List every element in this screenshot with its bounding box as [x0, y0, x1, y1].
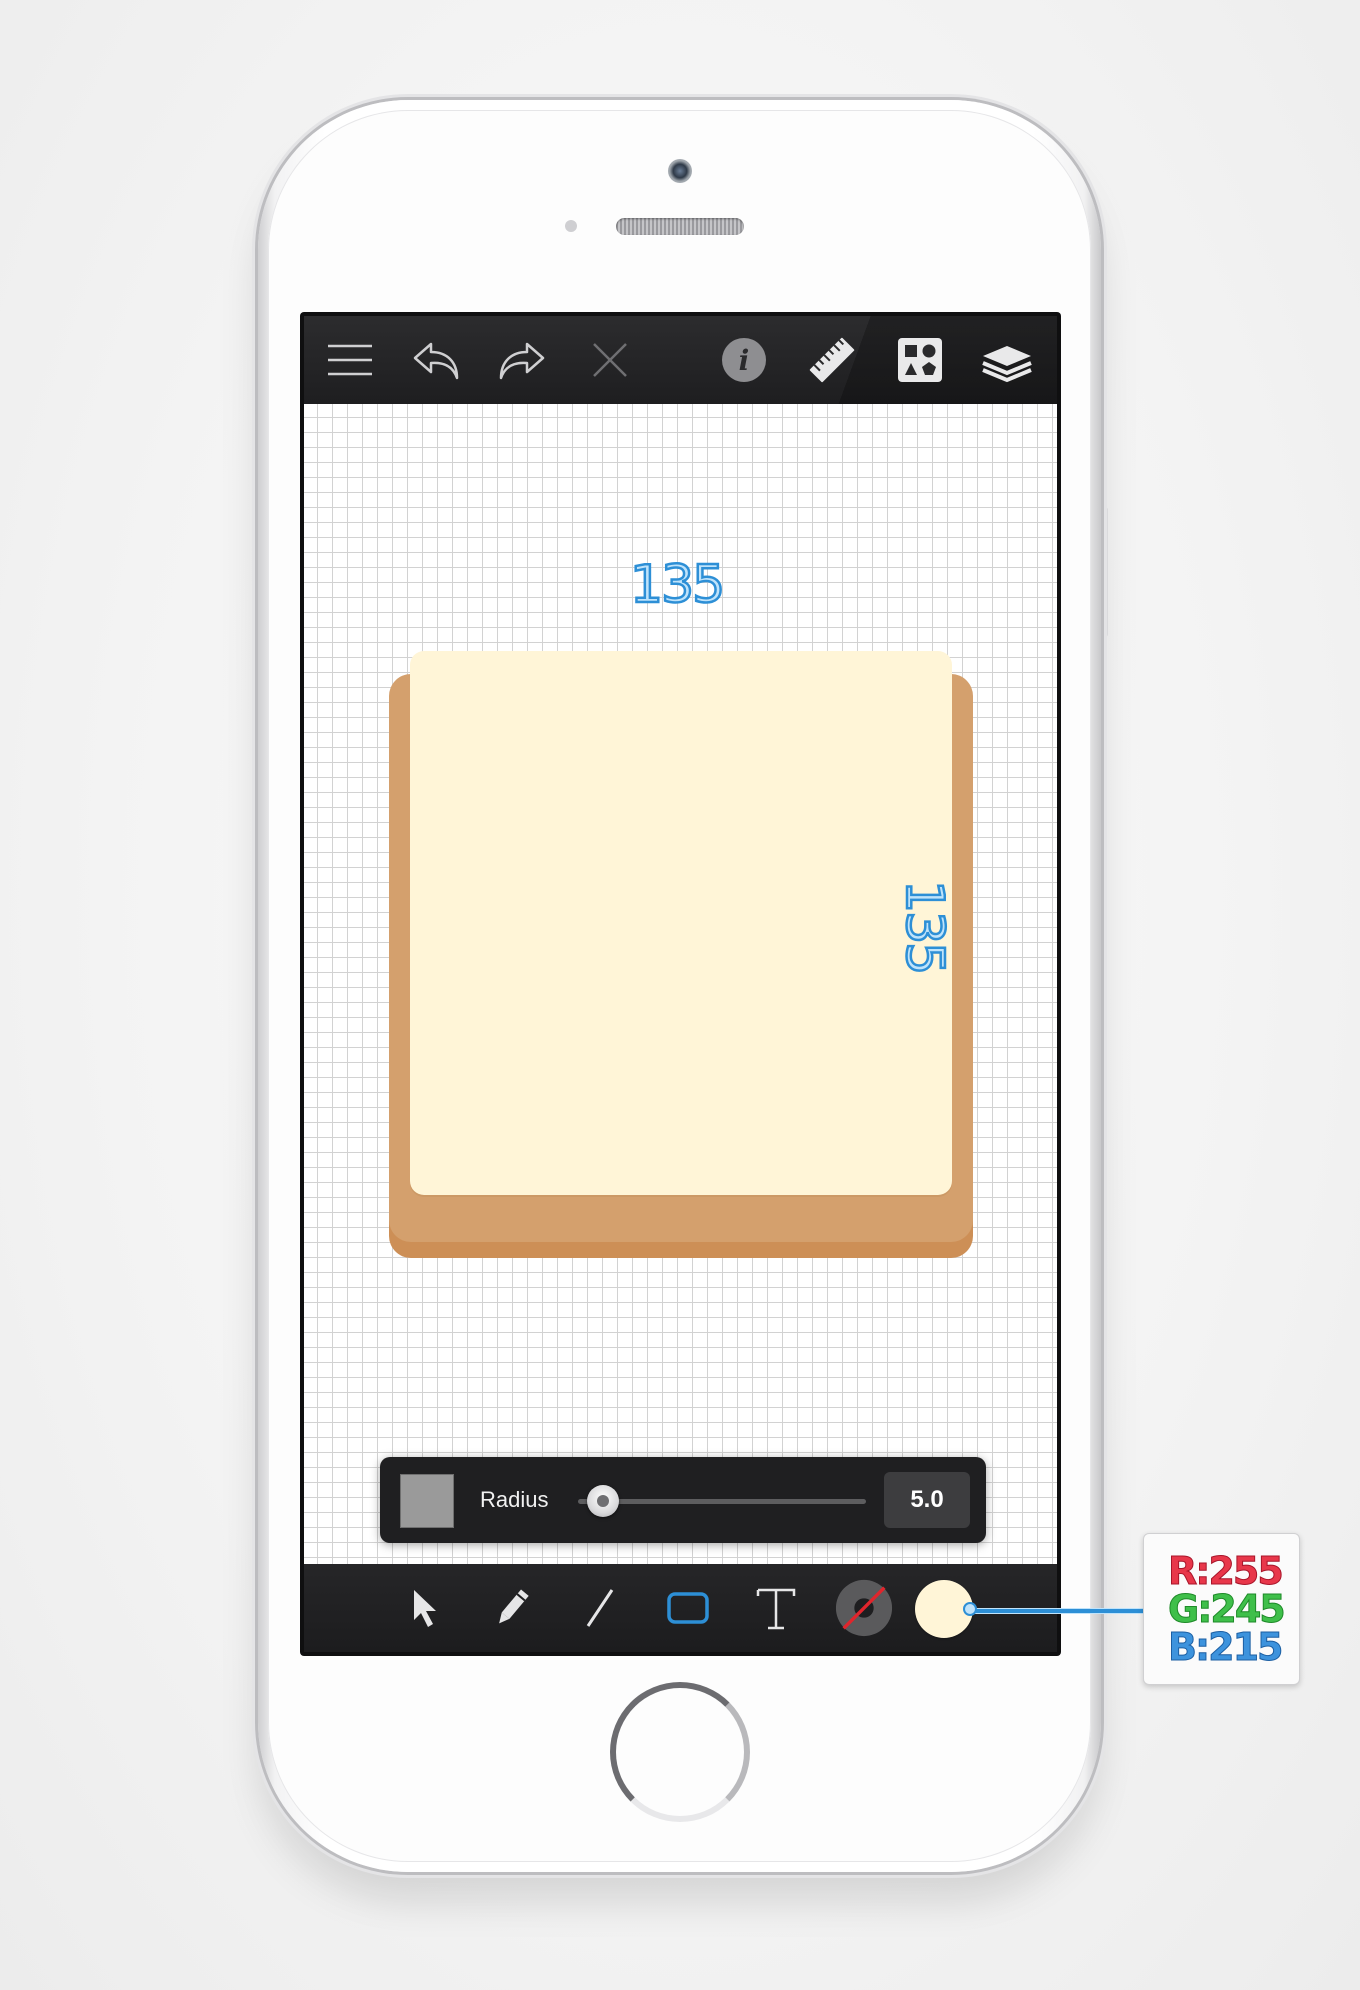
rounded-rect-inner[interactable]: [410, 651, 952, 1195]
app-screen: i 135 135 Radius 5.0: [300, 312, 1061, 1656]
radius-panel: Radius 5.0: [380, 1457, 986, 1543]
shapes-library-icon[interactable]: [890, 330, 950, 390]
layers-icon[interactable]: [977, 330, 1037, 390]
proximity-sensor: [565, 220, 577, 232]
select-arrow-icon[interactable]: [394, 1578, 454, 1638]
close-icon[interactable]: [580, 330, 640, 390]
stroke-color-icon[interactable]: [834, 1578, 894, 1638]
line-icon[interactable]: [570, 1578, 630, 1638]
width-dimension-label: 135: [629, 554, 727, 617]
rectangle-icon[interactable]: [658, 1578, 718, 1638]
radius-slider-track[interactable]: [578, 1499, 866, 1504]
green-value: G:245: [1168, 1587, 1287, 1631]
callout-connector-dot: [963, 1602, 977, 1616]
menu-icon[interactable]: [320, 330, 380, 390]
text-icon[interactable]: [746, 1578, 806, 1638]
info-icon[interactable]: i: [714, 330, 774, 390]
redo-icon[interactable]: [492, 330, 552, 390]
blue-value: B:215: [1168, 1625, 1284, 1669]
pencil-icon[interactable]: [482, 1578, 542, 1638]
red-value: R:255: [1168, 1549, 1285, 1593]
svg-text:i: i: [739, 344, 750, 377]
ruler-icon[interactable]: [802, 330, 862, 390]
callout-connector-line: [972, 1608, 1144, 1614]
drawing-canvas[interactable]: 135 135 Radius 5.0: [304, 404, 1057, 1564]
corner-radius-swatch[interactable]: [400, 1474, 454, 1528]
radius-slider-knob[interactable]: [587, 1485, 620, 1517]
home-button[interactable]: [610, 1682, 750, 1822]
earpiece-speaker: [616, 218, 744, 235]
radius-value-field[interactable]: 5.0: [884, 1472, 970, 1528]
front-camera: [668, 159, 692, 183]
rgb-value-callout: R:255 G:245 B:215: [1143, 1533, 1300, 1685]
height-dimension-label: 135: [893, 879, 956, 975]
top-toolbar: i: [304, 316, 1057, 404]
undo-icon[interactable]: [406, 330, 466, 390]
radius-label: Radius: [480, 1487, 549, 1512]
